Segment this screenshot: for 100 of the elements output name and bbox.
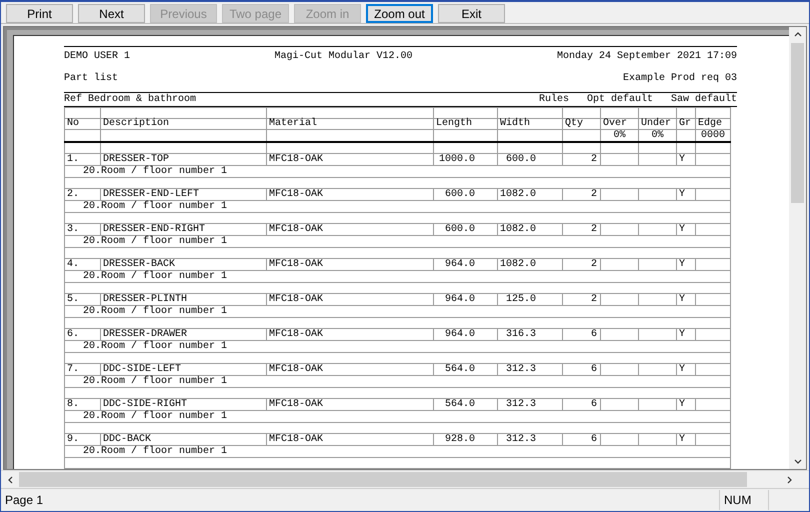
toolbar-button[interactable]: Next: [78, 4, 145, 23]
table-cell: MFC18-OAK: [269, 399, 324, 410]
part-note: 20.Room / floor number 1: [83, 271, 228, 282]
program-name: Magi-Cut Modular V12.00: [274, 50, 412, 62]
table-cell: 964.0: [444, 329, 475, 340]
table-cell: 6: [590, 364, 597, 375]
table-cell: 6.: [67, 329, 80, 340]
table-cell: Y: [679, 434, 686, 445]
table-cell: Y: [679, 364, 686, 375]
scrollbar-thumb[interactable]: [19, 472, 747, 487]
column-header: No: [64, 118, 100, 130]
table-cell: Y: [679, 294, 686, 305]
toolbar-button[interactable]: Exit: [438, 4, 505, 23]
table-cell: 2: [590, 294, 597, 305]
table-cell: MFC18-OAK: [269, 154, 324, 165]
part-note: 20.Room / floor number 1: [83, 201, 228, 212]
part-note: 20.Room / floor number 1: [83, 341, 228, 352]
table-cell: Y: [679, 399, 686, 410]
table-cell: DDC-SIDE-LEFT: [103, 364, 182, 375]
table-cell: DRESSER-PLINTH: [103, 294, 188, 305]
scrollbar-thumb[interactable]: [791, 43, 804, 203]
part-note: 20.Room / floor number 1: [83, 236, 228, 247]
user-name: DEMO USER 1: [64, 50, 130, 62]
table-cell: MFC18-OAK: [269, 294, 324, 305]
toolbar-button[interactable]: Print: [6, 4, 73, 23]
scroll-left-icon[interactable]: [7, 476, 15, 484]
num-lock-indicator: NUM: [719, 490, 768, 510]
table-cell: 1.: [67, 154, 80, 165]
scroll-down-icon[interactable]: [794, 457, 802, 465]
table-cell: 312.3: [506, 434, 536, 445]
scroll-up-icon[interactable]: [794, 31, 802, 39]
table-cell: DDC-SIDE-RIGHT: [103, 399, 188, 410]
scroll-right-icon[interactable]: [785, 476, 793, 484]
table-cell: 964.0: [444, 259, 475, 270]
part-note: 20.Room / floor number 1: [83, 446, 228, 457]
vertical-scrollbar[interactable]: [789, 27, 806, 469]
table-cell: 600.0: [444, 224, 475, 235]
setting-text: Saw default: [670, 94, 737, 105]
table-cell: MFC18-OAK: [269, 224, 324, 235]
column-subheader: 0000: [700, 130, 725, 141]
report-date: Monday 24 September 2021 17:09: [556, 50, 737, 62]
column-header: Under: [638, 118, 676, 130]
table-cell: 2: [590, 189, 597, 200]
reference-text: Ref Bedroom & bathroom: [64, 94, 196, 105]
table-cell: MFC18-OAK: [269, 364, 324, 375]
setting-text: Rules: [538, 94, 569, 105]
table-cell: 600.0: [444, 189, 475, 200]
table-cell: 312.3: [506, 364, 536, 375]
table-cell: 7.: [67, 364, 80, 375]
column-header: Material: [266, 118, 434, 130]
table-cell: 3.: [67, 224, 80, 235]
table-cell: Y: [679, 259, 686, 270]
table-cell: 8.: [67, 399, 80, 410]
table-cell: 564.0: [444, 399, 475, 410]
table-cell: MFC18-OAK: [269, 434, 324, 445]
table-cell: MFC18-OAK: [269, 189, 324, 200]
table-cell: 928.0: [444, 434, 475, 445]
table-cell: 6: [590, 329, 597, 340]
part-note: 20.Room / floor number 1: [83, 166, 228, 177]
report-title: Part list: [64, 73, 118, 84]
table-cell: 1082.0: [500, 259, 536, 270]
table-cell: 125.0: [506, 294, 536, 305]
job-name: Example Prod req 03: [622, 73, 737, 84]
horizontal-scrollbar[interactable]: [1, 470, 809, 488]
table-cell: 564.0: [444, 364, 475, 375]
column-header: Qty: [562, 118, 600, 130]
toolbar-button[interactable]: Zoom out: [366, 4, 433, 23]
column-subheader: 0%: [651, 130, 664, 141]
column-header: Over: [600, 118, 638, 130]
column-subheader: 0%: [613, 130, 626, 141]
table-cell: 9.: [67, 434, 80, 445]
table-cell: 2: [590, 224, 597, 235]
table-cell: 600.0: [506, 154, 536, 165]
table-cell: Y: [679, 154, 686, 165]
part-note: 20.Room / floor number 1: [83, 306, 228, 317]
table-cell: 312.3: [506, 399, 536, 410]
table-cell: 316.3: [506, 329, 536, 340]
table-cell: DRESSER-DRAWER: [103, 329, 188, 340]
column-header: Gr: [676, 118, 696, 130]
column-header: Width: [498, 118, 562, 130]
table-cell: MFC18-OAK: [269, 259, 324, 270]
table-cell: DDC-BACK: [103, 434, 152, 445]
table-cell: DRESSER-BACK: [103, 259, 176, 270]
table-cell: 2: [590, 259, 597, 270]
table-cell: 6: [590, 399, 597, 410]
table-cell: 2: [590, 154, 597, 165]
table-cell: 1082.0: [500, 224, 536, 235]
page-indicator: Page 1: [4, 493, 44, 507]
table-cell: DRESSER-TOP: [103, 154, 170, 165]
column-header: Description: [100, 118, 266, 130]
part-note: 20.Room / floor number 1: [83, 376, 228, 387]
table-cell: DRESSER-END-LEFT: [103, 189, 200, 200]
table-cell: 964.0: [444, 294, 475, 305]
table-cell: MFC18-OAK: [269, 329, 324, 340]
table-cell: Y: [679, 329, 686, 340]
table-cell: 1000.0: [438, 154, 475, 165]
table-cell: 6: [590, 434, 597, 445]
table-cell: DRESSER-END-RIGHT: [103, 224, 206, 235]
table-cell: 1082.0: [500, 189, 536, 200]
table-cell: Y: [679, 189, 686, 200]
